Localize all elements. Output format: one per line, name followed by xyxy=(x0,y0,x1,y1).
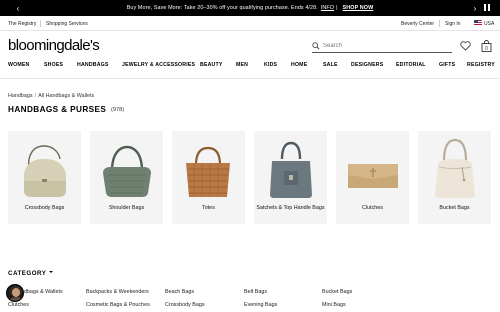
promo-info-link[interactable]: INFO xyxy=(321,5,334,11)
site-logo[interactable]: bloomingdale's xyxy=(8,37,100,54)
category-tile-satchels[interactable]: Satchels & Top Handle Bags xyxy=(254,131,327,224)
chevron-right-icon[interactable]: › xyxy=(469,0,481,16)
category-link[interactable]: Mini Bags xyxy=(322,302,346,308)
crossbody-bag-image xyxy=(24,145,66,197)
nav-sale[interactable]: SALE xyxy=(323,62,338,68)
search-icon[interactable] xyxy=(312,42,320,50)
tile-label: Bucket Bags xyxy=(439,205,470,211)
product-count: (978) xyxy=(111,107,125,113)
shopping-bag-icon[interactable]: 0 xyxy=(481,40,492,52)
clutch-bag-image xyxy=(348,164,398,188)
registry-link[interactable]: The Registry xyxy=(8,21,36,27)
nav-handbags[interactable]: HANDBAGS xyxy=(77,62,109,68)
svg-text:0: 0 xyxy=(485,46,488,52)
promo-shop-now-link[interactable]: SHOP NOW xyxy=(343,5,374,11)
utility-divider xyxy=(40,20,41,27)
promo-separator: | xyxy=(336,5,338,11)
page-title: HANDBAGS & PURSES xyxy=(8,105,107,114)
category-heading-label: CATEGORY xyxy=(8,270,47,277)
nav-designers[interactable]: DESIGNERS xyxy=(351,62,383,68)
utility-bar: The Registry Shopping Services Beverly C… xyxy=(0,16,500,31)
nav-editorial[interactable]: EDITORIAL xyxy=(396,62,426,68)
heart-icon[interactable] xyxy=(460,41,471,51)
shoulder-bag-image xyxy=(103,145,151,197)
nav-home[interactable]: HOME xyxy=(291,62,307,68)
us-flag-icon[interactable] xyxy=(474,20,482,26)
category-link[interactable]: Crossbody Bags xyxy=(165,302,205,308)
sign-in-link[interactable]: Sign In xyxy=(445,21,461,27)
category-link[interactable]: Backpacks & Weekenders xyxy=(86,289,149,295)
nav-men[interactable]: MEN xyxy=(236,62,248,68)
utility-divider xyxy=(439,20,440,27)
breadcrumb: Handbags / All Handbags & Wallets xyxy=(8,93,94,99)
category-tile-bucket[interactable]: Bucket Bags xyxy=(418,131,491,224)
nav-gifts[interactable]: GIFTS xyxy=(439,62,455,68)
search-bar[interactable] xyxy=(312,40,452,53)
nav-beauty[interactable]: BEAUTY xyxy=(200,62,223,68)
nav-shoes[interactable]: SHOES xyxy=(44,62,63,68)
category-link[interactable]: Bucket Bags xyxy=(322,289,352,295)
tile-label: Satchels & Top Handle Bags xyxy=(256,205,325,211)
nav-registry[interactable]: REGISTRY xyxy=(467,62,495,68)
tile-label: Clutches xyxy=(362,205,383,211)
breadcrumb-separator: / xyxy=(34,93,37,99)
region-label[interactable]: USA xyxy=(484,21,494,27)
tile-label: Shoulder Bags xyxy=(108,205,145,211)
category-heading[interactable]: CATEGORY xyxy=(8,270,54,277)
bucket-bag-image xyxy=(435,138,475,198)
satchel-bag-image xyxy=(270,141,312,198)
chevron-left-icon[interactable]: ‹ xyxy=(12,0,24,16)
main-nav: WOMEN SHOES HANDBAGS JEWELRY & ACCESSORI… xyxy=(0,62,500,72)
promo-text: Buy More, Save More: Take 20–30% off you… xyxy=(126,5,318,11)
breadcrumb-handbags[interactable]: Handbags xyxy=(8,93,33,99)
category-link[interactable]: Beach Bags xyxy=(165,289,194,295)
breadcrumb-current[interactable]: All Handbags & Wallets xyxy=(38,93,94,99)
category-link[interactable]: Evening Bags xyxy=(244,302,277,308)
category-link[interactable]: Clutches xyxy=(8,302,29,308)
category-tile-crossbody[interactable]: Crossbody Bags xyxy=(8,131,81,224)
tote-bag-image xyxy=(186,146,230,197)
nav-divider xyxy=(0,78,500,79)
category-tile-totes[interactable]: Totes xyxy=(172,131,245,224)
category-tile-clutches[interactable]: Clutches xyxy=(336,131,409,224)
chat-avatar[interactable] xyxy=(6,284,24,302)
nav-kids[interactable]: KIDS xyxy=(264,62,277,68)
nav-women[interactable]: WOMEN xyxy=(8,62,29,68)
category-link[interactable]: Belt Bags xyxy=(244,289,267,295)
promo-banner: ‹ Buy More, Save More: Take 20–30% off y… xyxy=(0,0,500,16)
chevron-down-icon xyxy=(49,271,54,274)
category-tile-shoulder[interactable]: Shoulder Bags xyxy=(90,131,163,224)
tile-label: Totes xyxy=(202,205,215,211)
shopping-services-link[interactable]: Shopping Services xyxy=(46,21,88,27)
tile-label: Crossbody Bags xyxy=(24,205,65,211)
pause-icon[interactable] xyxy=(484,4,492,12)
store-link[interactable]: Beverly Center xyxy=(401,21,434,27)
category-link[interactable]: Cosmetic Bags & Pouches xyxy=(86,302,150,308)
nav-jewelry[interactable]: JEWELRY & ACCESSORIES xyxy=(122,62,195,68)
search-input[interactable] xyxy=(323,40,449,51)
